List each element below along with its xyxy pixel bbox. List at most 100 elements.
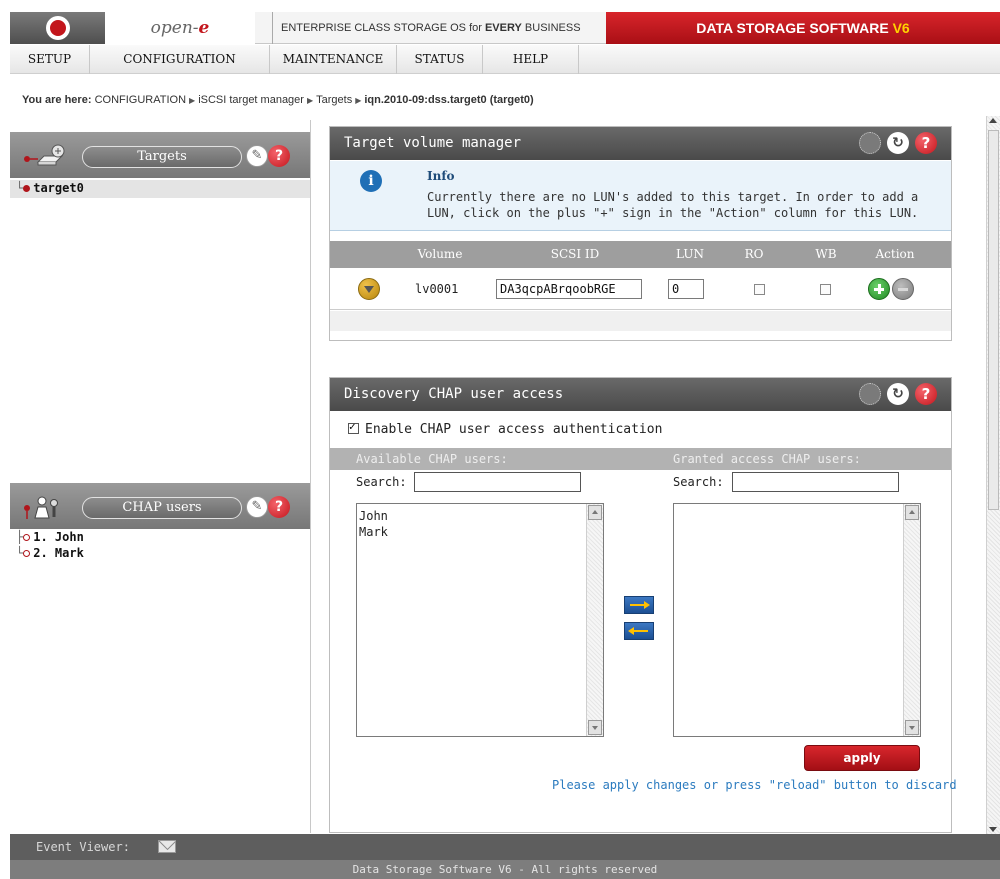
expand-arrow-icon[interactable] — [358, 278, 380, 300]
col-scsi-id: SCSI ID — [550, 247, 600, 261]
breadcrumb: You are here: CONFIGURATION ▶ iSCSI target… — [22, 94, 534, 106]
discovery-chap-panel: Discovery CHAP user access ↻ ? Enable CH… — [329, 377, 957, 833]
menu-maintenance[interactable]: MAINTENANCE — [270, 45, 397, 74]
list-item[interactable]: Mark — [359, 524, 388, 540]
panel-title: Discovery CHAP user access — [344, 386, 564, 402]
volume-name: lv0001 — [415, 282, 459, 296]
loading-icon — [859, 383, 881, 405]
available-users-label: Available CHAP users: — [356, 452, 508, 466]
scrollbar[interactable] — [586, 504, 603, 736]
move-left-button[interactable] — [624, 622, 654, 640]
storage-target-icon — [24, 144, 65, 166]
move-right-button[interactable] — [624, 596, 654, 614]
help-icon[interactable]: ? — [915, 132, 937, 154]
menu-setup[interactable]: SETUP — [10, 45, 90, 74]
remove-lun-icon[interactable] — [892, 278, 914, 300]
breadcrumb-current: iqn.2010-09:dss.target0 (target0) — [364, 94, 534, 106]
col-lun: LUN — [676, 247, 704, 261]
enable-chap-checkbox[interactable]: Enable CHAP user access authentication — [348, 420, 662, 437]
logo-icon[interactable] — [10, 12, 105, 44]
available-users-list[interactable]: John Mark — [356, 503, 604, 737]
menu-help[interactable]: HELP — [483, 45, 579, 74]
loading-icon — [859, 132, 881, 154]
info-title: Info — [427, 169, 455, 183]
main-menu: SETUP CONFIGURATION MAINTENANCE STATUS H… — [10, 45, 1000, 74]
scroll-down-icon[interactable] — [989, 827, 997, 832]
ro-checkbox[interactable] — [754, 284, 765, 295]
chap-users-title: CHAP users — [82, 497, 242, 519]
help-icon[interactable]: ? — [268, 496, 290, 518]
col-action: Action — [875, 247, 915, 261]
page-scrollbar[interactable] — [986, 116, 1000, 834]
scroll-down-icon[interactable] — [905, 720, 919, 735]
panel-header: Discovery CHAP user access ↻ ? — [330, 378, 951, 411]
footer: Data Storage Software V6 - All rights re… — [10, 860, 1000, 879]
event-viewer-bar: Event Viewer: — [10, 834, 1000, 860]
apply-note: Please apply changes or press "reload" b… — [552, 778, 957, 792]
breadcrumb-configuration[interactable]: CONFIGURATION — [95, 94, 186, 106]
info-box: i Info Currently there are no LUN's adde… — [330, 161, 951, 231]
menu-configuration[interactable]: CONFIGURATION — [90, 45, 270, 74]
target-volume-manager-panel: Target volume manager ↻ ? i Info Current… — [329, 126, 952, 341]
scsi-id-input[interactable] — [496, 279, 642, 299]
target-node-icon — [23, 184, 31, 192]
col-wb: WB — [815, 247, 837, 261]
apply-button[interactable]: apply — [804, 745, 920, 771]
search-available-label: Search: — [356, 475, 407, 489]
add-lun-icon[interactable] — [868, 278, 890, 300]
user-node-icon — [23, 549, 31, 557]
event-viewer-label: Event Viewer: — [36, 840, 130, 854]
info-text: Currently there are no LUN's added to th… — [427, 190, 919, 220]
help-icon[interactable]: ? — [915, 383, 937, 405]
info-icon: i — [360, 170, 382, 192]
breadcrumb-iscsi-target-manager[interactable]: iSCSI target manager — [198, 94, 304, 106]
help-icon[interactable]: ? — [268, 145, 290, 167]
panel-title: Target volume manager — [344, 135, 522, 151]
wrench-icon[interactable]: ✎ — [246, 496, 268, 518]
tree-item-chap-john[interactable]: ├ 1. John — [16, 530, 84, 546]
chevron-right-icon: ▶ — [189, 96, 196, 105]
scroll-thumb[interactable] — [988, 130, 999, 510]
search-available-input[interactable] — [414, 472, 581, 492]
reload-icon[interactable]: ↻ — [887, 383, 909, 405]
users-icon — [24, 496, 58, 519]
panel-header: Target volume manager ↻ ? — [330, 127, 951, 160]
reload-icon[interactable]: ↻ — [887, 132, 909, 154]
menu-status[interactable]: STATUS — [397, 45, 483, 74]
slogan: ENTERPRISE CLASS STORAGE OS for EVERY BU… — [272, 12, 581, 44]
breadcrumb-targets[interactable]: Targets — [316, 94, 352, 106]
search-granted-label: Search: — [673, 475, 724, 489]
scroll-up-icon[interactable] — [989, 118, 997, 123]
chevron-right-icon: ▶ — [355, 96, 362, 105]
tree-item-target0[interactable]: └ target0 — [16, 181, 84, 197]
lun-input[interactable] — [668, 279, 704, 299]
user-node-icon — [23, 533, 31, 541]
wrench-icon[interactable]: ✎ — [246, 145, 268, 167]
lun-table-header: Volume SCSI ID LUN RO WB Action — [330, 241, 951, 268]
wb-checkbox[interactable] — [820, 284, 831, 295]
product-title: DATA STORAGE SOFTWARE V6 — [606, 12, 1000, 44]
checkbox-checked[interactable] — [348, 420, 359, 434]
brand-logo: open-e — [105, 12, 255, 44]
tree-item-chap-mark[interactable]: └ 2. Mark — [16, 546, 84, 562]
left-panel: Targets ✎ ? └ target0 CHAP users ✎ ? ├ 1. … — [10, 120, 311, 833]
scroll-up-icon[interactable] — [588, 505, 602, 520]
targets-title: Targets — [82, 146, 242, 168]
search-granted-input[interactable] — [732, 472, 899, 492]
table-row: lv0001 — [330, 268, 951, 310]
granted-users-label: Granted access CHAP users: — [673, 452, 861, 466]
scrollbar[interactable] — [903, 504, 920, 736]
mail-icon[interactable] — [158, 840, 176, 853]
table-footer — [330, 311, 951, 331]
list-item[interactable]: John — [359, 508, 388, 524]
col-volume: Volume — [417, 247, 463, 261]
scroll-up-icon[interactable] — [905, 505, 919, 520]
chevron-right-icon: ▶ — [306, 96, 314, 105]
scroll-down-icon[interactable] — [588, 720, 602, 735]
top-gap — [0, 0, 1000, 12]
chap-users-header: CHAP users ✎ ? — [10, 483, 310, 529]
app-header: open-e ENTERPRISE CLASS STORAGE OS for E… — [10, 12, 1000, 44]
granted-users-list[interactable] — [673, 503, 921, 737]
targets-header: Targets ✎ ? — [10, 132, 310, 178]
chap-columns-header: Available CHAP users: Granted access CHA… — [330, 448, 951, 470]
